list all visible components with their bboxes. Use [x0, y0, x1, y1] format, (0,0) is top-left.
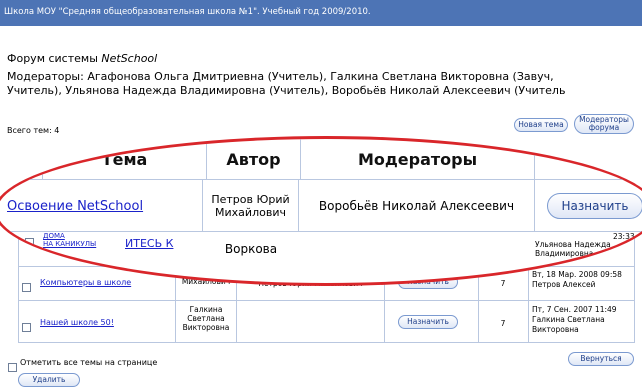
- forum-brand: NetSchool: [101, 52, 158, 65]
- col-topic-header[interactable]: Тема: [43, 139, 207, 179]
- forum-moderators-list: Модераторы: Агафонова Ольга Дмитриевна (…: [7, 70, 566, 97]
- magnified-header-bubble: Тема Автор Модераторы Последнее Освоение…: [0, 136, 642, 286]
- topic-link-top[interactable]: ДОМА: [43, 232, 65, 240]
- assign-button[interactable]: Назначить: [398, 315, 458, 329]
- forum-title: Форум системы NetSchool: [7, 52, 158, 65]
- last-post: Вт, 18 Мар. 2008 09:58 Петров Алексей: [532, 270, 622, 289]
- last-post: Ульянова Надежда Владимировна: [535, 240, 611, 258]
- topic-author: Воркова: [224, 242, 278, 256]
- mark-all-label: Отметить все темы на странице: [20, 358, 158, 367]
- select-all-header: [3, 139, 43, 179]
- new-topic-button[interactable]: Новая тема: [514, 118, 568, 132]
- topic-moderators: Воробьёв Николай Алексеевич: [299, 180, 535, 232]
- topic-link[interactable]: Нашей школе 50!: [40, 318, 114, 327]
- topic-author: Петров Юрий Михайлович: [203, 180, 299, 232]
- school-title: Школа МОУ "Средняя общеобразовательная ш…: [4, 7, 371, 17]
- topic-link-bottom[interactable]: НА КАНИКУЛЫ: [43, 240, 96, 248]
- reply-count: 7: [500, 319, 506, 328]
- last-post: Пт, 7 Сен. 2007 11:49 Галкина Светлана В…: [532, 305, 617, 334]
- col-author-header[interactable]: Автор: [207, 139, 301, 179]
- table-row: Освоение NetSchool Петров Юрий Михайлови…: [3, 179, 642, 232]
- assign-button[interactable]: Назначить: [547, 193, 642, 219]
- forum-moderators-button[interactable]: Модераторы форума: [574, 114, 634, 134]
- delete-button[interactable]: Удалить: [18, 373, 80, 387]
- row-checkbox[interactable]: [22, 277, 31, 296]
- row-checkbox[interactable]: [22, 317, 31, 336]
- topic-link[interactable]: Компьютеры в школе: [40, 278, 131, 287]
- mark-all-checkbox[interactable]: [8, 357, 17, 376]
- col-moderators-header[interactable]: Модераторы: [301, 139, 535, 179]
- topic-author: Галкина Светлана Викторовна: [182, 305, 230, 332]
- topic-link[interactable]: Освоение NetSchool: [7, 199, 143, 214]
- row-checkbox[interactable]: [25, 238, 34, 247]
- reply-count: 7: [500, 279, 506, 288]
- back-button[interactable]: Вернуться: [568, 352, 634, 366]
- header-bar: Школа МОУ "Средняя общеобразовательная ш…: [0, 0, 642, 26]
- topic-link-suffix[interactable]: ИТЕСЬ К: [125, 237, 173, 250]
- topic-count: Всего тем: 4: [7, 126, 60, 135]
- col-last-header[interactable]: Последнее: [535, 139, 642, 179]
